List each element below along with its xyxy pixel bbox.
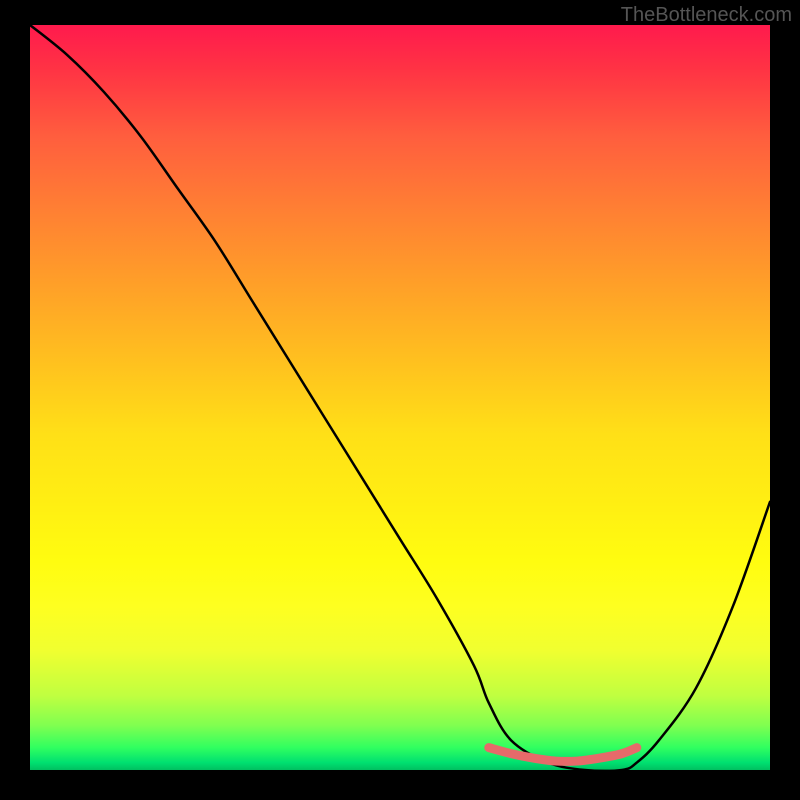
bottleneck-curve — [30, 25, 770, 771]
plot-area — [30, 25, 770, 770]
marker-band — [489, 748, 637, 762]
chart-svg — [30, 25, 770, 770]
watermark-text: TheBottleneck.com — [621, 4, 792, 27]
